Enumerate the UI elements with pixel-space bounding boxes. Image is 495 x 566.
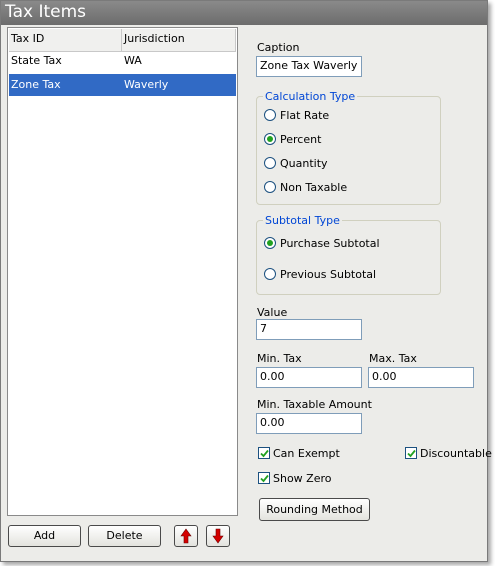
radio-non-taxable[interactable] bbox=[264, 181, 276, 193]
column-header-jurisdiction[interactable]: Jurisdiction bbox=[122, 29, 236, 51]
table-row-selected[interactable]: Zone Tax Waverly bbox=[9, 74, 236, 96]
tax-items-list[interactable]: Tax ID Jurisdiction State Tax WA Zone Ta… bbox=[7, 27, 238, 516]
subtotal-type-label: Subtotal Type bbox=[263, 214, 342, 227]
radio-flat-rate-label[interactable]: Flat Rate bbox=[280, 109, 329, 122]
calculation-type-label: Calculation Type bbox=[263, 90, 358, 103]
column-header-tax-id[interactable]: Tax ID bbox=[9, 29, 122, 51]
title-bar: Tax Items bbox=[1, 1, 487, 25]
show-zero-checkbox[interactable] bbox=[258, 472, 270, 484]
cell-tax-id: State Tax bbox=[11, 54, 62, 67]
radio-purchase-subtotal-label[interactable]: Purchase Subtotal bbox=[280, 237, 380, 250]
radio-quantity[interactable] bbox=[264, 157, 276, 169]
radio-quantity-label[interactable]: Quantity bbox=[280, 157, 328, 170]
move-up-button[interactable] bbox=[174, 525, 198, 547]
radio-percent-label[interactable]: Percent bbox=[280, 133, 321, 146]
radio-previous-subtotal-label[interactable]: Previous Subtotal bbox=[280, 268, 376, 281]
min-tax-field[interactable]: 0.00 bbox=[256, 367, 362, 388]
cell-tax-id: Zone Tax bbox=[11, 78, 61, 91]
min-tax-label: Min. Tax bbox=[257, 352, 302, 365]
value-label: Value bbox=[257, 306, 288, 319]
tax-items-window: Tax Items Tax ID Jurisdiction State Tax … bbox=[0, 0, 492, 562]
min-taxable-amount-field[interactable]: 0.00 bbox=[256, 413, 362, 434]
check-icon bbox=[260, 449, 269, 458]
min-taxable-amount-label: Min. Taxable Amount bbox=[257, 398, 372, 411]
check-icon bbox=[407, 449, 416, 458]
up-arrow-icon bbox=[180, 528, 192, 544]
can-exempt-checkbox[interactable] bbox=[258, 447, 270, 459]
can-exempt-label[interactable]: Can Exempt bbox=[273, 447, 340, 460]
window-title: Tax Items bbox=[5, 2, 87, 22]
caption-field[interactable]: Zone Tax Waverly bbox=[256, 56, 362, 77]
discountable-checkbox[interactable] bbox=[405, 447, 417, 459]
subtotal-type-group bbox=[256, 220, 441, 295]
cell-jurisdiction: WA bbox=[124, 54, 142, 67]
cell-jurisdiction: Waverly bbox=[124, 78, 169, 91]
radio-flat-rate[interactable] bbox=[264, 109, 276, 121]
radio-percent[interactable] bbox=[264, 133, 276, 145]
check-icon bbox=[260, 474, 269, 483]
list-header: Tax ID Jurisdiction bbox=[9, 29, 236, 52]
caption-label: Caption bbox=[257, 41, 300, 54]
value-field[interactable]: 7 bbox=[256, 319, 362, 340]
rounding-method-button[interactable]: Rounding Method bbox=[259, 498, 370, 521]
max-tax-field[interactable]: 0.00 bbox=[368, 367, 474, 388]
delete-button[interactable]: Delete bbox=[88, 525, 161, 547]
table-row[interactable]: State Tax WA bbox=[9, 50, 236, 72]
radio-purchase-subtotal[interactable] bbox=[264, 237, 276, 249]
move-down-button[interactable] bbox=[206, 525, 230, 547]
add-button[interactable]: Add bbox=[8, 525, 81, 547]
down-arrow-icon bbox=[212, 528, 224, 544]
max-tax-label: Max. Tax bbox=[369, 352, 417, 365]
show-zero-label[interactable]: Show Zero bbox=[273, 472, 332, 485]
discountable-label[interactable]: Discountable bbox=[420, 447, 492, 460]
radio-previous-subtotal[interactable] bbox=[264, 268, 276, 280]
radio-non-taxable-label[interactable]: Non Taxable bbox=[280, 181, 347, 194]
